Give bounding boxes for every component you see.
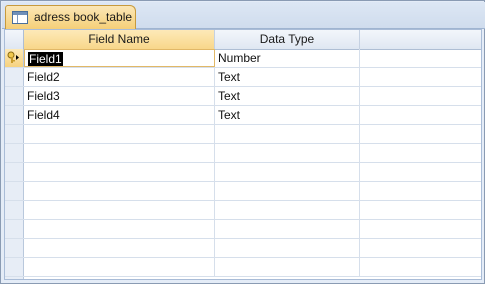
- empty-row[interactable]: [5, 239, 481, 258]
- empty-row[interactable]: [5, 220, 481, 239]
- row-selector-current[interactable]: [5, 49, 24, 67]
- description-cell[interactable]: [360, 182, 481, 200]
- row-selector[interactable]: [5, 182, 24, 200]
- data-type-cell[interactable]: Number: [215, 49, 360, 67]
- field-name-cell[interactable]: [24, 125, 215, 143]
- data-type-cell[interactable]: [215, 125, 360, 143]
- field-name-cell[interactable]: Field1: [24, 49, 215, 67]
- empty-row[interactable]: [5, 258, 481, 277]
- data-type-cell[interactable]: Text: [215, 68, 360, 86]
- grid-header: Field Name Data Type: [5, 30, 481, 50]
- primary-key-icon: [7, 51, 19, 63]
- description-cell[interactable]: [360, 239, 481, 257]
- row-selector[interactable]: [5, 258, 24, 276]
- row-selector[interactable]: [5, 87, 24, 105]
- column-header-description[interactable]: [360, 30, 481, 49]
- row-selector[interactable]: [5, 220, 24, 238]
- description-cell[interactable]: [360, 258, 481, 276]
- data-type-cell[interactable]: Text: [215, 106, 360, 124]
- row-selector[interactable]: [5, 201, 24, 219]
- data-type-cell[interactable]: [215, 163, 360, 181]
- field-name-cell[interactable]: Field4: [24, 106, 215, 124]
- field-name-cell[interactable]: [24, 239, 215, 257]
- column-header-field-name[interactable]: Field Name: [24, 30, 215, 49]
- description-cell[interactable]: [360, 106, 481, 124]
- row-selector[interactable]: [5, 163, 24, 181]
- table-icon: [12, 11, 28, 24]
- data-type-cell[interactable]: [215, 144, 360, 162]
- description-cell[interactable]: [360, 49, 481, 67]
- description-cell[interactable]: [360, 125, 481, 143]
- select-all-corner[interactable]: [5, 30, 24, 49]
- document-tabstrip: adress book_table: [2, 2, 485, 29]
- empty-row[interactable]: [5, 201, 481, 220]
- field-name-cell[interactable]: [24, 163, 215, 181]
- selected-field-text: Field1: [28, 52, 63, 66]
- row-selector[interactable]: [5, 125, 24, 143]
- field-name-cell[interactable]: [24, 220, 215, 238]
- field-name-cell[interactable]: Field3: [24, 87, 215, 105]
- empty-row[interactable]: [5, 182, 481, 201]
- description-cell[interactable]: [360, 144, 481, 162]
- table-row[interactable]: Field4 Text: [5, 106, 481, 125]
- document-tab-label: adress book_table: [34, 10, 133, 24]
- empty-row[interactable]: [5, 163, 481, 182]
- field-name-cell[interactable]: [24, 201, 215, 219]
- field-name-cell[interactable]: [24, 258, 215, 276]
- field-name-cell[interactable]: [24, 182, 215, 200]
- empty-row[interactable]: [5, 125, 481, 144]
- data-type-cell[interactable]: [215, 201, 360, 219]
- data-type-cell[interactable]: [215, 258, 360, 276]
- table-row[interactable]: Field2 Text: [5, 68, 481, 87]
- document-tab[interactable]: adress book_table: [5, 5, 136, 29]
- row-selector[interactable]: [5, 144, 24, 162]
- field-name-cell[interactable]: Field2: [24, 68, 215, 86]
- field-name-cell[interactable]: [24, 144, 215, 162]
- row-selector[interactable]: [5, 68, 24, 86]
- data-type-cell[interactable]: Text: [215, 87, 360, 105]
- data-type-cell[interactable]: [215, 239, 360, 257]
- table-design-grid: Field Name Data Type Field1 Number Field…: [4, 29, 482, 280]
- description-cell[interactable]: [360, 201, 481, 219]
- row-selector[interactable]: [5, 239, 24, 257]
- empty-row[interactable]: [5, 144, 481, 163]
- table-row[interactable]: Field3 Text: [5, 87, 481, 106]
- designer-window: adress book_table Field Name Data Type F…: [0, 0, 485, 284]
- description-cell[interactable]: [360, 68, 481, 86]
- description-cell[interactable]: [360, 163, 481, 181]
- data-type-cell[interactable]: [215, 220, 360, 238]
- table-row[interactable]: Field1 Number: [5, 49, 481, 68]
- row-selector[interactable]: [5, 106, 24, 124]
- description-cell[interactable]: [360, 220, 481, 238]
- column-header-data-type[interactable]: Data Type: [215, 30, 360, 49]
- data-type-cell[interactable]: [215, 182, 360, 200]
- description-cell[interactable]: [360, 87, 481, 105]
